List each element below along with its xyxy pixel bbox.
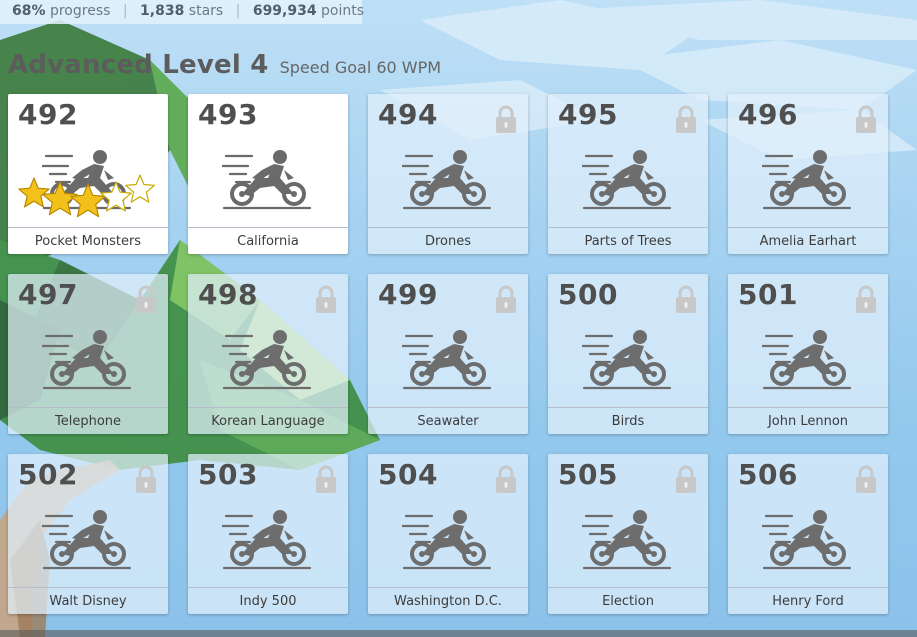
motorcycle-rider-icon (582, 150, 672, 210)
progress-bar: 68% progress | 1,838 stars | 699,934 poi… (0, 0, 365, 24)
lesson-number: 505 (558, 458, 618, 491)
lesson-number: 501 (738, 278, 798, 311)
motorcycle-rider-icon (582, 330, 672, 390)
star-icon (70, 183, 106, 218)
lesson-card-499[interactable]: 499 Seawater (368, 274, 528, 434)
points-label: points (321, 3, 365, 19)
lock-icon (316, 465, 336, 493)
stars-label: stars (188, 3, 224, 19)
lock-icon (856, 465, 876, 493)
lesson-title: Washington D.C. (368, 587, 528, 614)
lock-icon (676, 105, 696, 133)
lesson-card-492[interactable]: 492 Pocket Monsters (8, 94, 168, 254)
lesson-title: Pocket Monsters (8, 227, 168, 254)
lesson-card-502[interactable]: 502 Walt Disney (8, 454, 168, 614)
lesson-number: 498 (198, 278, 258, 311)
lesson-number: 504 (378, 458, 438, 491)
motorcycle-rider-icon (222, 150, 312, 210)
lesson-card-493[interactable]: 493 California (188, 94, 348, 254)
level-heading: Advanced Level 4 Speed Goal 60 WPM (8, 50, 441, 80)
lesson-title: Korean Language (188, 407, 348, 434)
lesson-card-496[interactable]: 496 Amelia Earhart (728, 94, 888, 254)
lesson-title: Seawater (368, 407, 528, 434)
motorcycle-rider-icon (762, 150, 852, 210)
star-icon (42, 181, 78, 216)
points-count: 699,934 (252, 3, 317, 19)
motorcycle-rider-icon (402, 330, 492, 390)
lesson-number: 499 (378, 278, 438, 311)
motorcycle-rider-icon (402, 510, 492, 570)
lesson-number: 497 (18, 278, 78, 311)
lesson-title: Telephone (8, 407, 168, 434)
motorcycle-rider-icon (42, 330, 132, 390)
lock-icon (316, 285, 336, 313)
lesson-card-498[interactable]: 498 Korean Language (188, 274, 348, 434)
lesson-card-506[interactable]: 506 Henry Ford (728, 454, 888, 614)
motorcycle-rider-icon (402, 150, 492, 210)
lock-icon (856, 105, 876, 133)
star-icon (18, 177, 50, 208)
lesson-card-504[interactable]: 504 Washington D.C. (368, 454, 528, 614)
motorcycle-rider-icon (222, 510, 312, 570)
progress-label: progress (49, 3, 111, 19)
motorcycle-rider-icon (42, 510, 132, 570)
lock-icon (856, 285, 876, 313)
level-title: Advanced Level 4 (8, 50, 269, 80)
lesson-title: California (188, 227, 348, 254)
lesson-title: Drones (368, 227, 528, 254)
lesson-number: 494 (378, 98, 438, 131)
lesson-number: 503 (198, 458, 258, 491)
separator: | (235, 3, 241, 19)
lock-icon (496, 465, 516, 493)
separator: | (122, 3, 128, 19)
motorcycle-rider-icon (762, 330, 852, 390)
speed-goal: Speed Goal 60 WPM (279, 58, 442, 77)
lock-icon (676, 465, 696, 493)
lesson-number: 502 (18, 458, 78, 491)
lesson-title: Birds (548, 407, 708, 434)
lock-icon (496, 285, 516, 313)
lesson-card-495[interactable]: 495 Parts of Trees (548, 94, 708, 254)
lesson-card-500[interactable]: 500 Birds (548, 274, 708, 434)
lesson-card-497[interactable]: 497 Telephone (8, 274, 168, 434)
lesson-number: 493 (198, 98, 258, 131)
lock-icon (496, 105, 516, 133)
lesson-grid: 492 Pocket Monsters 493 California 494 D… (8, 94, 888, 614)
lesson-title: Election (548, 587, 708, 614)
lesson-number: 492 (18, 98, 78, 131)
star-rating (18, 174, 155, 218)
lesson-card-503[interactable]: 503 Indy 500 (188, 454, 348, 614)
lesson-number: 496 (738, 98, 798, 131)
lesson-title: John Lennon (728, 407, 888, 434)
stars-count: 1,838 (140, 3, 185, 19)
lesson-title: Amelia Earhart (728, 227, 888, 254)
lesson-number: 495 (558, 98, 618, 131)
motorcycle-rider-icon (582, 510, 672, 570)
lesson-card-505[interactable]: 505 Election (548, 454, 708, 614)
lesson-card-501[interactable]: 501 John Lennon (728, 274, 888, 434)
lesson-title: Indy 500 (188, 587, 348, 614)
lesson-title: Henry Ford (728, 587, 888, 614)
star-icon (125, 174, 155, 203)
lock-icon (676, 285, 696, 313)
lesson-card-494[interactable]: 494 Drones (368, 94, 528, 254)
lesson-number: 500 (558, 278, 618, 311)
lesson-title: Parts of Trees (548, 227, 708, 254)
lock-icon (136, 465, 156, 493)
progress-percent: 68% (12, 3, 46, 19)
lesson-number: 506 (738, 458, 798, 491)
lock-icon (136, 285, 156, 313)
motorcycle-rider-icon (222, 330, 312, 390)
motorcycle-rider-icon (762, 510, 852, 570)
lesson-title: Walt Disney (8, 587, 168, 614)
